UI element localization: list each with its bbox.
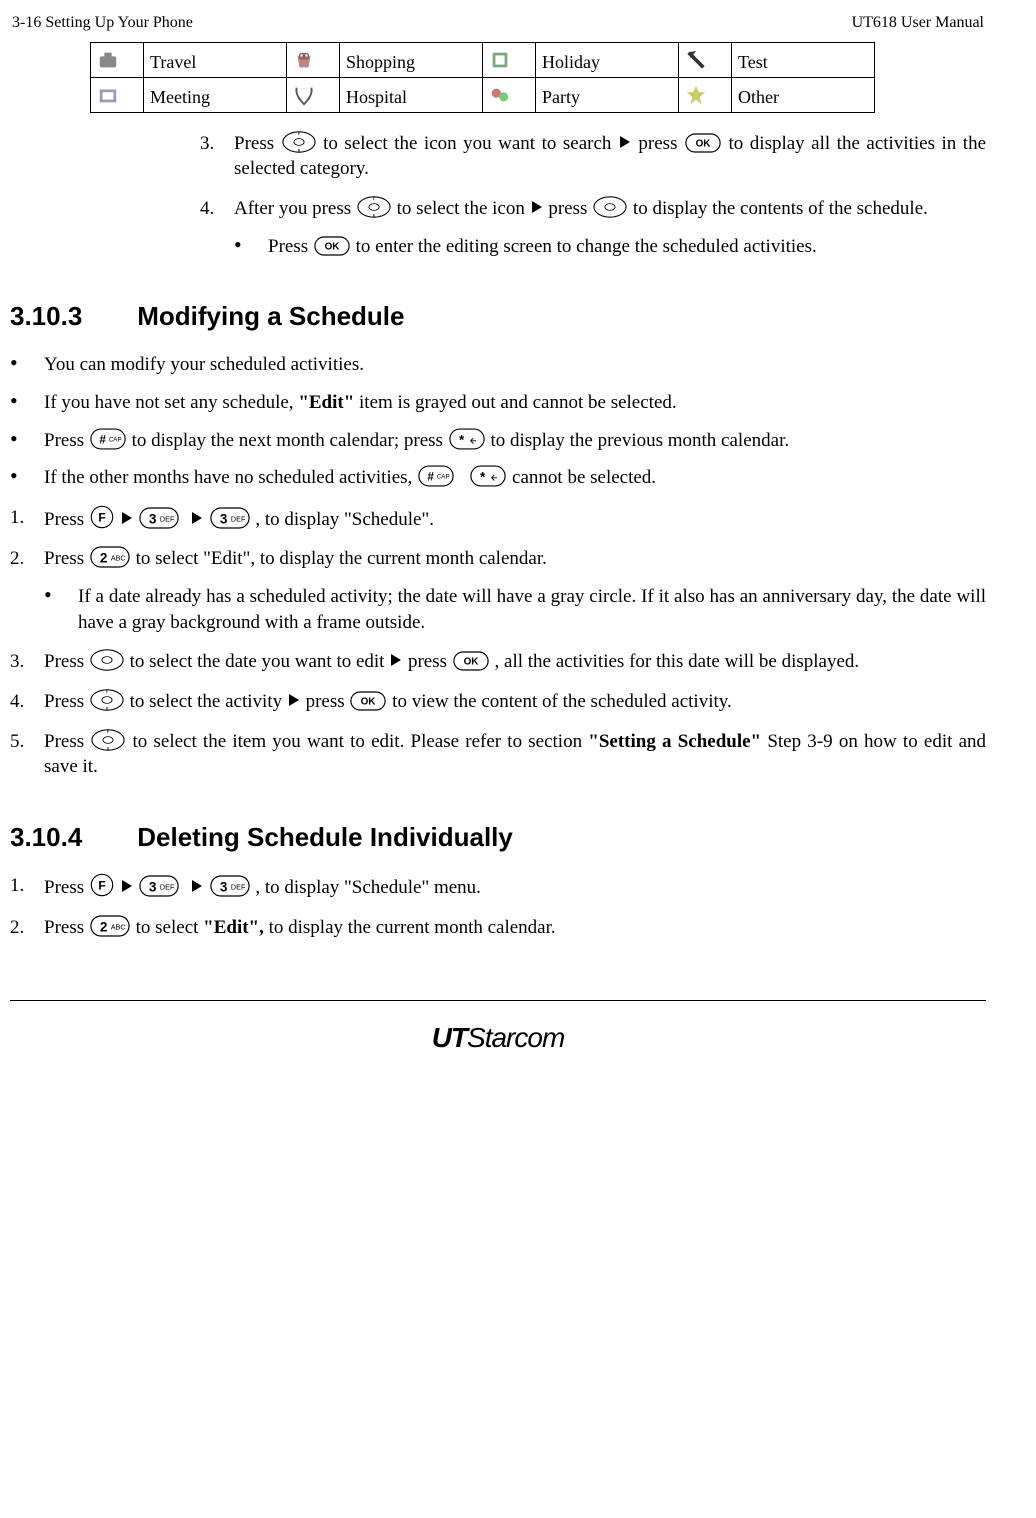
step-3: 3. Press to select the icon you want to … [200,131,986,182]
hospital-icon [287,77,340,112]
bullet-dot: • [234,234,268,260]
dpad-icon [90,689,124,711]
category-label: Shopping [340,42,483,77]
ok-button-icon [314,236,350,256]
step-3: 3. Press to select the date you want to … [10,649,986,675]
section-title: Modifying a Schedule [137,301,404,331]
sub-bullet: • If a date already has a scheduled acti… [44,584,986,635]
category-label: Test [732,42,875,77]
step-body: After you press to select the icon press… [234,196,986,222]
hash-button-icon [418,465,454,487]
step-1: 1. Press , to display "Schedule". [10,505,986,533]
section-number: 3.10.3 [10,299,130,334]
other-icon [679,77,732,112]
step-4: 4. After you press to select the icon pr… [200,196,986,222]
dpad-icon [282,131,316,153]
key-2-icon [90,915,130,937]
shopping-icon [287,42,340,77]
dpad-icon [357,196,391,218]
step-number: 4. [200,196,234,222]
step-body: Press to select the icon you want to sea… [234,131,986,182]
category-label: Travel [144,42,287,77]
key-3-icon [210,875,250,897]
party-icon [483,77,536,112]
category-label: Other [732,77,875,112]
step-2: 2. Press to select "Edit", to display th… [10,915,986,941]
step-number: 3. [200,131,234,182]
section-title: Deleting Schedule Individually [137,822,513,852]
step-4: 4. Press to select the activity press to… [10,689,986,715]
page-header: 3-16 Setting Up Your Phone UT618 User Ma… [10,12,986,38]
bullet: • You can modify your scheduled activiti… [10,352,986,378]
ok-button-icon [685,133,721,153]
test-icon [679,42,732,77]
category-table: Travel Shopping Holiday Test Meeting Hos… [90,42,875,113]
arrow-icon [122,880,132,892]
sub-bullet: • Press to enter the editing screen to c… [234,234,986,260]
section-heading: 3.10.4 Deleting Schedule Individually [10,820,986,855]
section-heading: 3.10.3 Modifying a Schedule [10,299,986,334]
category-label: Meeting [144,77,287,112]
header-right: UT618 User Manual [852,12,984,34]
ok-button-icon [453,651,489,671]
arrow-icon [122,512,132,524]
key-2-icon [90,546,130,568]
dpad-icon [593,196,627,218]
ok-button-icon [350,691,386,711]
arrow-icon [620,136,630,148]
f-button-icon [90,505,114,529]
star-button-icon [449,428,485,450]
arrow-icon [391,654,401,666]
star-button-icon [470,465,506,487]
footer-logo: UTStarcom [10,1019,986,1057]
key-3-icon [139,507,179,529]
travel-icon [91,42,144,77]
step-1: 1. Press , to display "Schedule" menu. [10,873,986,901]
dpad-icon [91,729,125,751]
bullet: • If the other months have no scheduled … [10,465,986,491]
f-button-icon [90,873,114,897]
arrow-icon [289,694,299,706]
arrow-icon [192,512,202,524]
key-3-icon [210,507,250,529]
holiday-icon [483,42,536,77]
category-label: Hospital [340,77,483,112]
table-row: Meeting Hospital Party Other [91,77,875,112]
dpad-icon [90,649,124,671]
section-number: 3.10.4 [10,820,130,855]
arrow-icon [192,880,202,892]
hash-button-icon [90,428,126,450]
bullet: • Press to display the next month calend… [10,428,986,454]
footer-rule [10,1000,986,1001]
category-label: Party [536,77,679,112]
step-2: 2. Press to select "Edit", to display th… [10,546,986,572]
key-3-icon [139,875,179,897]
category-label: Holiday [536,42,679,77]
step-5: 5. Press to select the item you want to … [10,729,986,780]
meeting-icon [91,77,144,112]
header-left: 3-16 Setting Up Your Phone [12,12,193,34]
table-row: Travel Shopping Holiday Test [91,42,875,77]
bullet: • If you have not set any schedule, "Edi… [10,390,986,416]
arrow-icon [532,201,542,213]
